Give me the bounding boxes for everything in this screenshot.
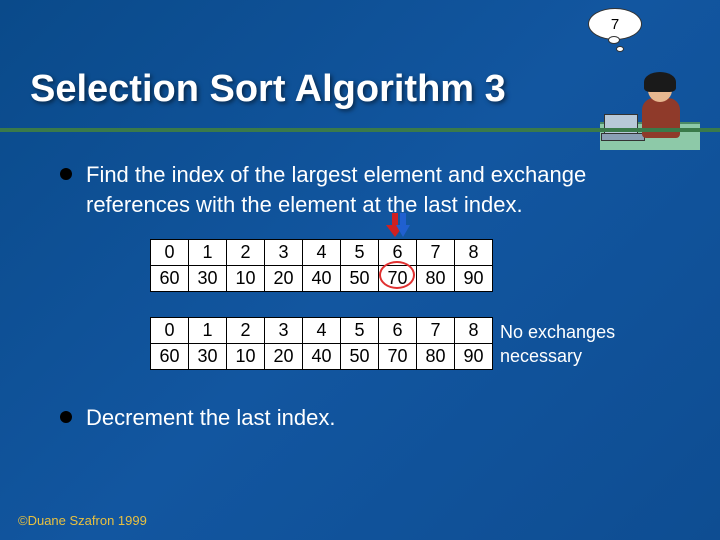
index-cell: 8 (455, 240, 493, 266)
index-cell: 4 (303, 318, 341, 344)
index-cell: 6 (379, 240, 417, 266)
bullet-text: Find the index of the largest element an… (86, 160, 660, 219)
value-cell: 20 (265, 344, 303, 370)
value-cell: 30 (189, 266, 227, 292)
value-cell: 90 (455, 266, 493, 292)
value-cell: 80 (417, 344, 455, 370)
value-cell: 50 (341, 344, 379, 370)
bullet-text: Decrement the last index. (86, 403, 335, 433)
value-cell: 70 (379, 266, 417, 292)
index-cell: 5 (341, 318, 379, 344)
index-cell: 7 (417, 318, 455, 344)
index-cell: 3 (265, 318, 303, 344)
value-cell: 10 (227, 266, 265, 292)
value-cell: 50 (341, 266, 379, 292)
value-cell: 40 (303, 266, 341, 292)
index-cell: 8 (455, 318, 493, 344)
slide-content: Find the index of the largest element an… (60, 160, 660, 451)
bullet-item: Find the index of the largest element an… (60, 160, 660, 219)
index-cell: 6 (379, 318, 417, 344)
index-cell: 0 (151, 318, 189, 344)
value-cell: 30 (189, 344, 227, 370)
array-table-1: 012345678 603010204050708090 (150, 239, 493, 312)
index-cell: 7 (417, 240, 455, 266)
index-cell: 3 (265, 240, 303, 266)
index-cell: 5 (341, 240, 379, 266)
index-cell: 1 (189, 318, 227, 344)
copyright-footer: ©Duane Szafron 1999 (18, 513, 147, 528)
value-cell: 90 (455, 344, 493, 370)
value-cell: 10 (227, 344, 265, 370)
value-cell: 20 (265, 266, 303, 292)
value-cell: 60 (151, 344, 189, 370)
value-cell: 60 (151, 266, 189, 292)
index-cell: 2 (227, 318, 265, 344)
thinking-person-graphic (600, 50, 700, 150)
index-cell: 1 (189, 240, 227, 266)
index-cell: 4 (303, 240, 341, 266)
title-underline (0, 128, 720, 132)
arrow-marker (386, 213, 410, 239)
slide-title: Selection Sort Algorithm 3 (30, 68, 506, 111)
value-cell: 40 (303, 344, 341, 370)
page-number: 7 (611, 16, 619, 33)
tables-area: 012345678 603010204050708090 012345678 6… (150, 239, 660, 395)
bullet-dot-icon (60, 411, 72, 423)
value-cell: 70 (379, 344, 417, 370)
bullet-item: Decrement the last index. (60, 403, 660, 433)
index-cell: 0 (151, 240, 189, 266)
value-cell: 80 (417, 266, 455, 292)
index-cell: 2 (227, 240, 265, 266)
no-exchange-note: No exchanges necessary (500, 321, 670, 368)
array-table-2: 012345678 603010204050708090 (150, 317, 493, 390)
bullet-dot-icon (60, 168, 72, 180)
